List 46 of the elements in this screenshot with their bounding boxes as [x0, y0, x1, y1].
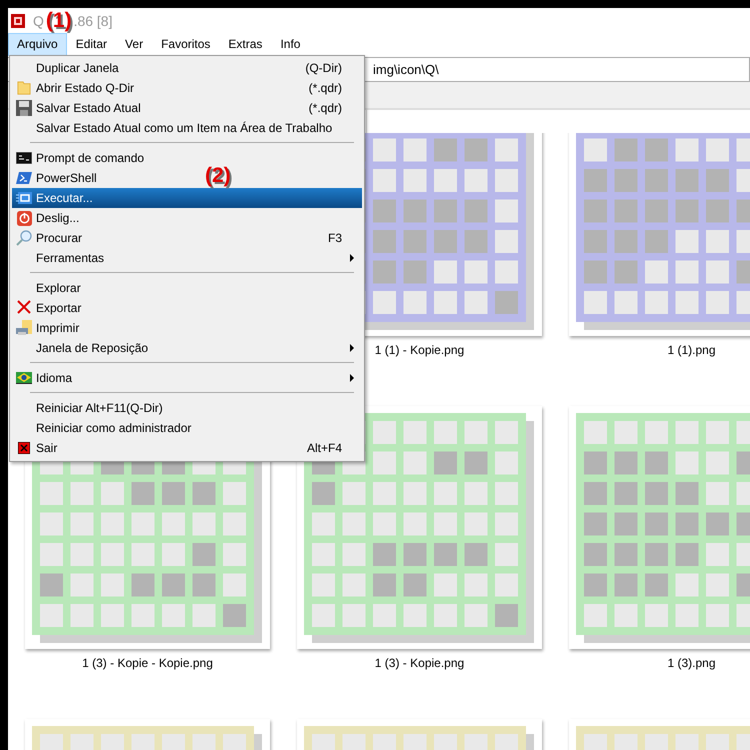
- menu-bar-item[interactable]: Ver: [116, 32, 152, 56]
- menu-bar-item[interactable]: Arquivo: [8, 32, 67, 56]
- menu-bar-item[interactable]: Favoritos: [152, 32, 220, 56]
- cross-icon: [16, 300, 32, 316]
- run-window-icon: [16, 192, 32, 204]
- submenu-arrow-icon: [350, 344, 354, 352]
- annotation-label: (1): [46, 10, 72, 32]
- submenu-arrow-icon: [350, 374, 354, 382]
- menu-item[interactable]: Reiniciar como administrador: [12, 418, 196, 438]
- menu-item[interactable]: Exportar: [12, 298, 86, 318]
- menu-item[interactable]: PowerShell: [12, 168, 101, 188]
- menu-item[interactable]: Imprimir: [12, 318, 84, 338]
- menu-bar-item[interactable]: Extras: [219, 32, 272, 56]
- menu-item[interactable]: Duplicar Janela (Q-Dir): [12, 58, 362, 78]
- file-name: 1 (1).png: [667, 343, 716, 357]
- printer-icon: [16, 320, 32, 336]
- powershell-icon: [16, 172, 32, 184]
- menu-item[interactable]: Ferramentas: [12, 248, 362, 268]
- menu-item[interactable]: Sair Alt+F4: [12, 438, 362, 458]
- menu-item[interactable]: Reiniciar Alt+F11(Q-Dir): [12, 398, 167, 418]
- file-name: 1 (3) - Kopie.png: [374, 656, 464, 670]
- menu-item[interactable]: Janela de Reposição: [12, 338, 362, 358]
- menu-item[interactable]: Explorar: [12, 278, 85, 298]
- menu-item[interactable]: Executar...: [12, 188, 362, 208]
- annotation-label: (2): [205, 165, 231, 187]
- menu-bar-item[interactable]: Editar: [66, 32, 116, 56]
- file-name: 1 (1) - Kopie.png: [374, 343, 464, 357]
- command-prompt-icon: [16, 152, 32, 164]
- file-name: 1 (3).png: [667, 656, 716, 670]
- menu-item[interactable]: Deslig...: [12, 208, 84, 228]
- menu-bar-item[interactable]: Info: [271, 32, 310, 56]
- submenu-arrow-icon: [350, 254, 354, 262]
- flag-icon: [16, 372, 32, 384]
- menu-item[interactable]: Procurar F3: [12, 228, 362, 248]
- close-icon: [18, 442, 30, 454]
- power-icon: [16, 210, 32, 226]
- search-icon: [16, 230, 32, 246]
- app-icon: [11, 14, 25, 28]
- window-title: .86 [8]: [74, 12, 112, 28]
- window-title: Q: [33, 12, 44, 28]
- folder-icon: [17, 80, 31, 96]
- menu-item[interactable]: Salvar Estado Atual como um Item na Área de Trabalho: [12, 118, 336, 138]
- file-name: 1 (3) - Kopie - Kopie.png: [82, 656, 213, 670]
- menu-item[interactable]: Idioma: [12, 368, 362, 388]
- menu-item[interactable]: Prompt de comando: [12, 148, 148, 168]
- menu-item[interactable]: Salvar Estado Atual (*.qdr): [12, 98, 362, 118]
